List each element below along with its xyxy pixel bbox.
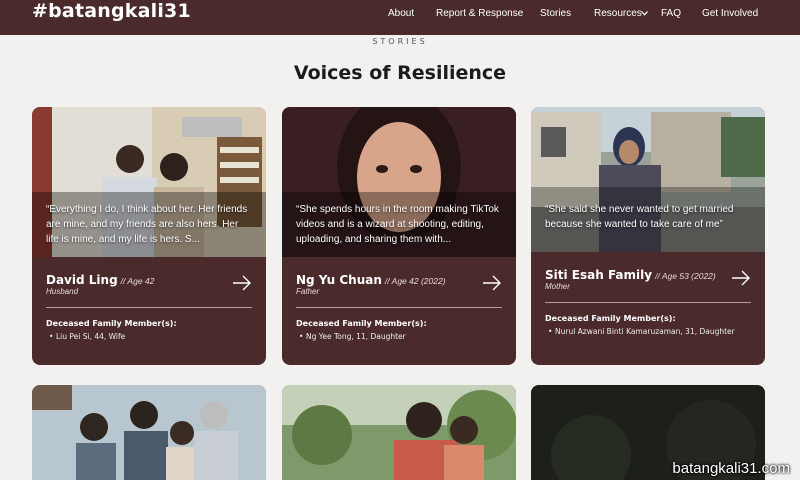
story-photo [282, 385, 516, 480]
deceased-label: Deceased Family Member(s): [296, 319, 427, 328]
section-title: Voices of Resilience [293, 62, 507, 84]
arrow-right-icon[interactable] [482, 275, 502, 291]
watermark-text: batangkali31.com [672, 460, 790, 477]
story-card-ng-yu-chuan[interactable]: “She spends hours in the room making Tik… [282, 107, 516, 365]
story-age: // Age 53 (2022) [655, 271, 716, 281]
story-quote: “She spends hours in the room making Tik… [296, 204, 499, 245]
story-relation: Father [296, 287, 320, 296]
nav-item-report-response[interactable]: Report & Response [436, 8, 523, 19]
card-divider [296, 307, 502, 308]
card-divider [46, 307, 252, 308]
site-logo[interactable]: #batangkali31 [32, 0, 191, 22]
story-photo [32, 385, 266, 480]
story-card-siti-esah-family[interactable]: “She said she never wanted to get marrie… [531, 107, 765, 365]
chevron-down-icon[interactable] [641, 11, 648, 16]
story-card-david-ling[interactable]: “Everything I do, I think about her. Her… [32, 107, 266, 365]
deceased-label: Deceased Family Member(s): [46, 319, 177, 328]
story-quote: “Everything I do, I think about her. Her… [46, 204, 248, 245]
deceased-item: Nurul Azwani Binti Kamaruzaman, 31, Daug… [548, 327, 735, 336]
nav-item-get-involved[interactable]: Get Involved [702, 8, 758, 19]
nav-item-stories[interactable]: Stories [540, 8, 571, 19]
section-label: STORIES [372, 37, 428, 46]
story-quote: “She said she never wanted to get marrie… [545, 204, 734, 230]
deceased-item: Liu Pei Si, 44, Wife [49, 332, 125, 341]
story-age: // Age 42 (2022) [384, 276, 446, 286]
story-age: // Age 42 [120, 276, 155, 286]
arrow-right-icon[interactable] [731, 270, 751, 286]
arrow-right-icon[interactable] [232, 275, 252, 291]
card-divider [545, 302, 751, 303]
deceased-item: Ng Yee Tong, 11, Daughter [299, 332, 406, 341]
story-card[interactable] [32, 385, 266, 480]
top-navbar: #batangkali31 About Report & Response St… [0, 0, 800, 35]
story-relation: Husband [46, 287, 79, 296]
nav-item-resources[interactable]: Resources [594, 8, 642, 19]
story-name: David Ling [46, 273, 118, 287]
deceased-label: Deceased Family Member(s): [545, 314, 676, 323]
story-name: Siti Esah Family [545, 268, 653, 282]
story-name-row: Siti Esah Family// Age 53 (2022) [545, 266, 716, 284]
nav-item-about[interactable]: About [388, 8, 414, 19]
story-name: Ng Yu Chuan [296, 273, 382, 287]
story-card[interactable] [282, 385, 516, 480]
story-relation: Mother [545, 282, 570, 291]
nav-item-faq[interactable]: FAQ [661, 8, 681, 19]
